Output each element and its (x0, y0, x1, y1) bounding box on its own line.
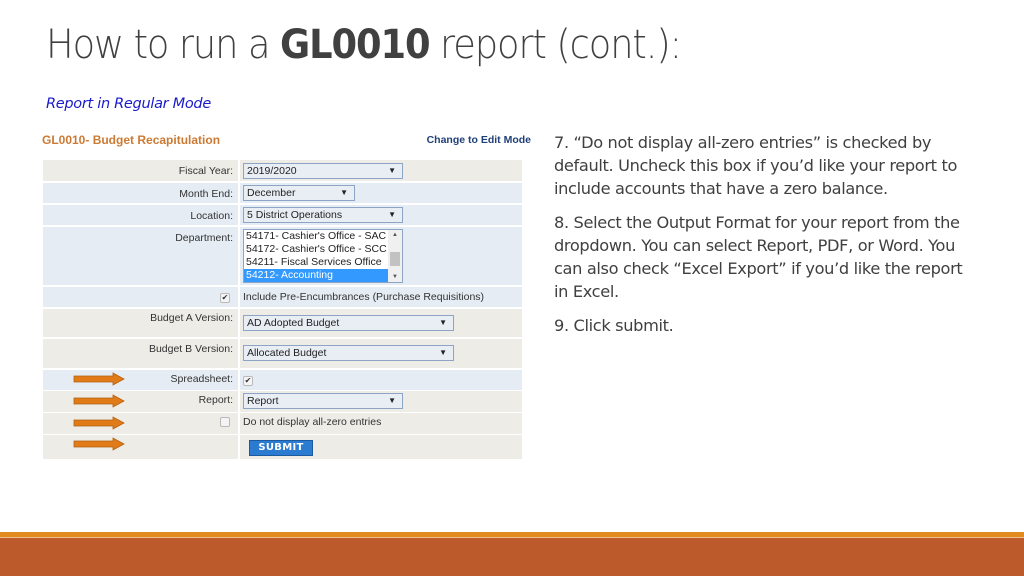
report-format-select[interactable]: Report ▼ (243, 393, 403, 409)
footer-band (0, 538, 1024, 576)
report-form-screenshot: GL0010- Budget Recapitulation Change to … (40, 130, 535, 465)
fiscal-year-row: Fiscal Year: 2019/2020 ▼ (43, 160, 522, 181)
instructions: 7. “Do not display all-zero entries” is … (554, 131, 964, 348)
pointer-arrow-icon (73, 372, 125, 386)
dropdown-arrow-icon: ▼ (388, 166, 396, 175)
budget-b-label: Budget B Version: (43, 339, 240, 368)
location-select[interactable]: 5 District Operations ▼ (243, 207, 403, 223)
dropdown-arrow-icon: ▼ (388, 210, 396, 219)
month-end-value: December (247, 187, 296, 199)
department-option-selected[interactable]: 54212- Accounting (244, 269, 389, 282)
fiscal-year-select[interactable]: 2019/2020 ▼ (243, 163, 403, 179)
budget-b-value: Allocated Budget (247, 347, 327, 359)
pre-encumbrances-label: Include Pre-Encumbrances (Purchase Requi… (243, 291, 485, 303)
department-scrollbar[interactable]: ▲ ▼ (388, 230, 402, 282)
zero-entries-label: Do not display all-zero entries (243, 416, 382, 428)
location-label: Location: (43, 205, 240, 225)
pointer-arrow-icon (73, 416, 125, 430)
scroll-down-icon[interactable]: ▼ (388, 274, 402, 280)
zero-entries-checkbox[interactable] (220, 417, 230, 427)
dropdown-arrow-icon: ▼ (439, 348, 447, 357)
budget-a-label: Budget A Version: (43, 309, 240, 337)
dropdown-arrow-icon: ▼ (388, 396, 396, 405)
location-value: 5 District Operations (247, 209, 343, 221)
submit-button[interactable]: SUBMIT (249, 440, 313, 456)
department-option[interactable]: 54211- Fiscal Services Office (244, 256, 389, 269)
department-row: Department: 54171- Cashier's Office - SA… (43, 227, 522, 285)
title-text: How to run a (46, 22, 280, 68)
instruction-step-8: 8. Select the Output Format for your rep… (554, 213, 963, 301)
fiscal-year-value: 2019/2020 (247, 165, 297, 177)
instruction-step-9: 9. Click submit. (554, 316, 674, 335)
pre-encumbrances-checkbox[interactable]: ✔ (220, 293, 230, 303)
slide-title: How to run a GL0010 report (cont.): (46, 22, 682, 68)
title-text-end: report (cont.): (429, 22, 682, 68)
month-end-select[interactable]: December ▼ (243, 185, 355, 201)
budget-b-select[interactable]: Allocated Budget ▼ (243, 345, 454, 361)
instruction-step-7: 7. “Do not display all-zero entries” is … (554, 133, 958, 198)
form-title: GL0010- Budget Recapitulation (42, 133, 221, 147)
fiscal-year-label: Fiscal Year: (43, 160, 240, 181)
slide-subtitle: Report in Regular Mode (46, 96, 211, 112)
scrollbar-thumb[interactable] (390, 252, 400, 266)
title-report-code: GL0010 (279, 22, 431, 68)
dropdown-arrow-icon: ▼ (439, 318, 447, 327)
department-label: Department: (43, 227, 240, 285)
budget-a-value: AD Adopted Budget (247, 317, 340, 329)
department-option[interactable]: 54172- Cashier's Office - SCC (244, 243, 389, 256)
pre-encumbrances-row: ✔ Include Pre-Encumbrances (Purchase Req… (43, 287, 522, 307)
budget-b-row: Budget B Version: Allocated Budget ▼ (43, 339, 522, 368)
spreadsheet-checkbox[interactable]: ✔ (243, 376, 253, 386)
pointer-arrow-icon (73, 437, 125, 451)
budget-a-row: Budget A Version: AD Adopted Budget ▼ (43, 309, 522, 337)
report-format-value: Report (247, 395, 279, 407)
budget-a-select[interactable]: AD Adopted Budget ▼ (243, 315, 454, 331)
scroll-up-icon[interactable]: ▲ (388, 232, 402, 238)
location-row: Location: 5 District Operations ▼ (43, 205, 522, 225)
pointer-arrow-icon (73, 394, 125, 408)
department-option[interactable]: 54171- Cashier's Office - SAC (244, 230, 389, 243)
month-end-label: Month End: (43, 183, 240, 203)
month-end-row: Month End: December ▼ (43, 183, 522, 203)
change-to-edit-mode-link[interactable]: Change to Edit Mode (427, 134, 531, 146)
dropdown-arrow-icon: ▼ (340, 188, 348, 197)
department-listbox[interactable]: 54171- Cashier's Office - SAC 54172- Cas… (243, 229, 403, 283)
